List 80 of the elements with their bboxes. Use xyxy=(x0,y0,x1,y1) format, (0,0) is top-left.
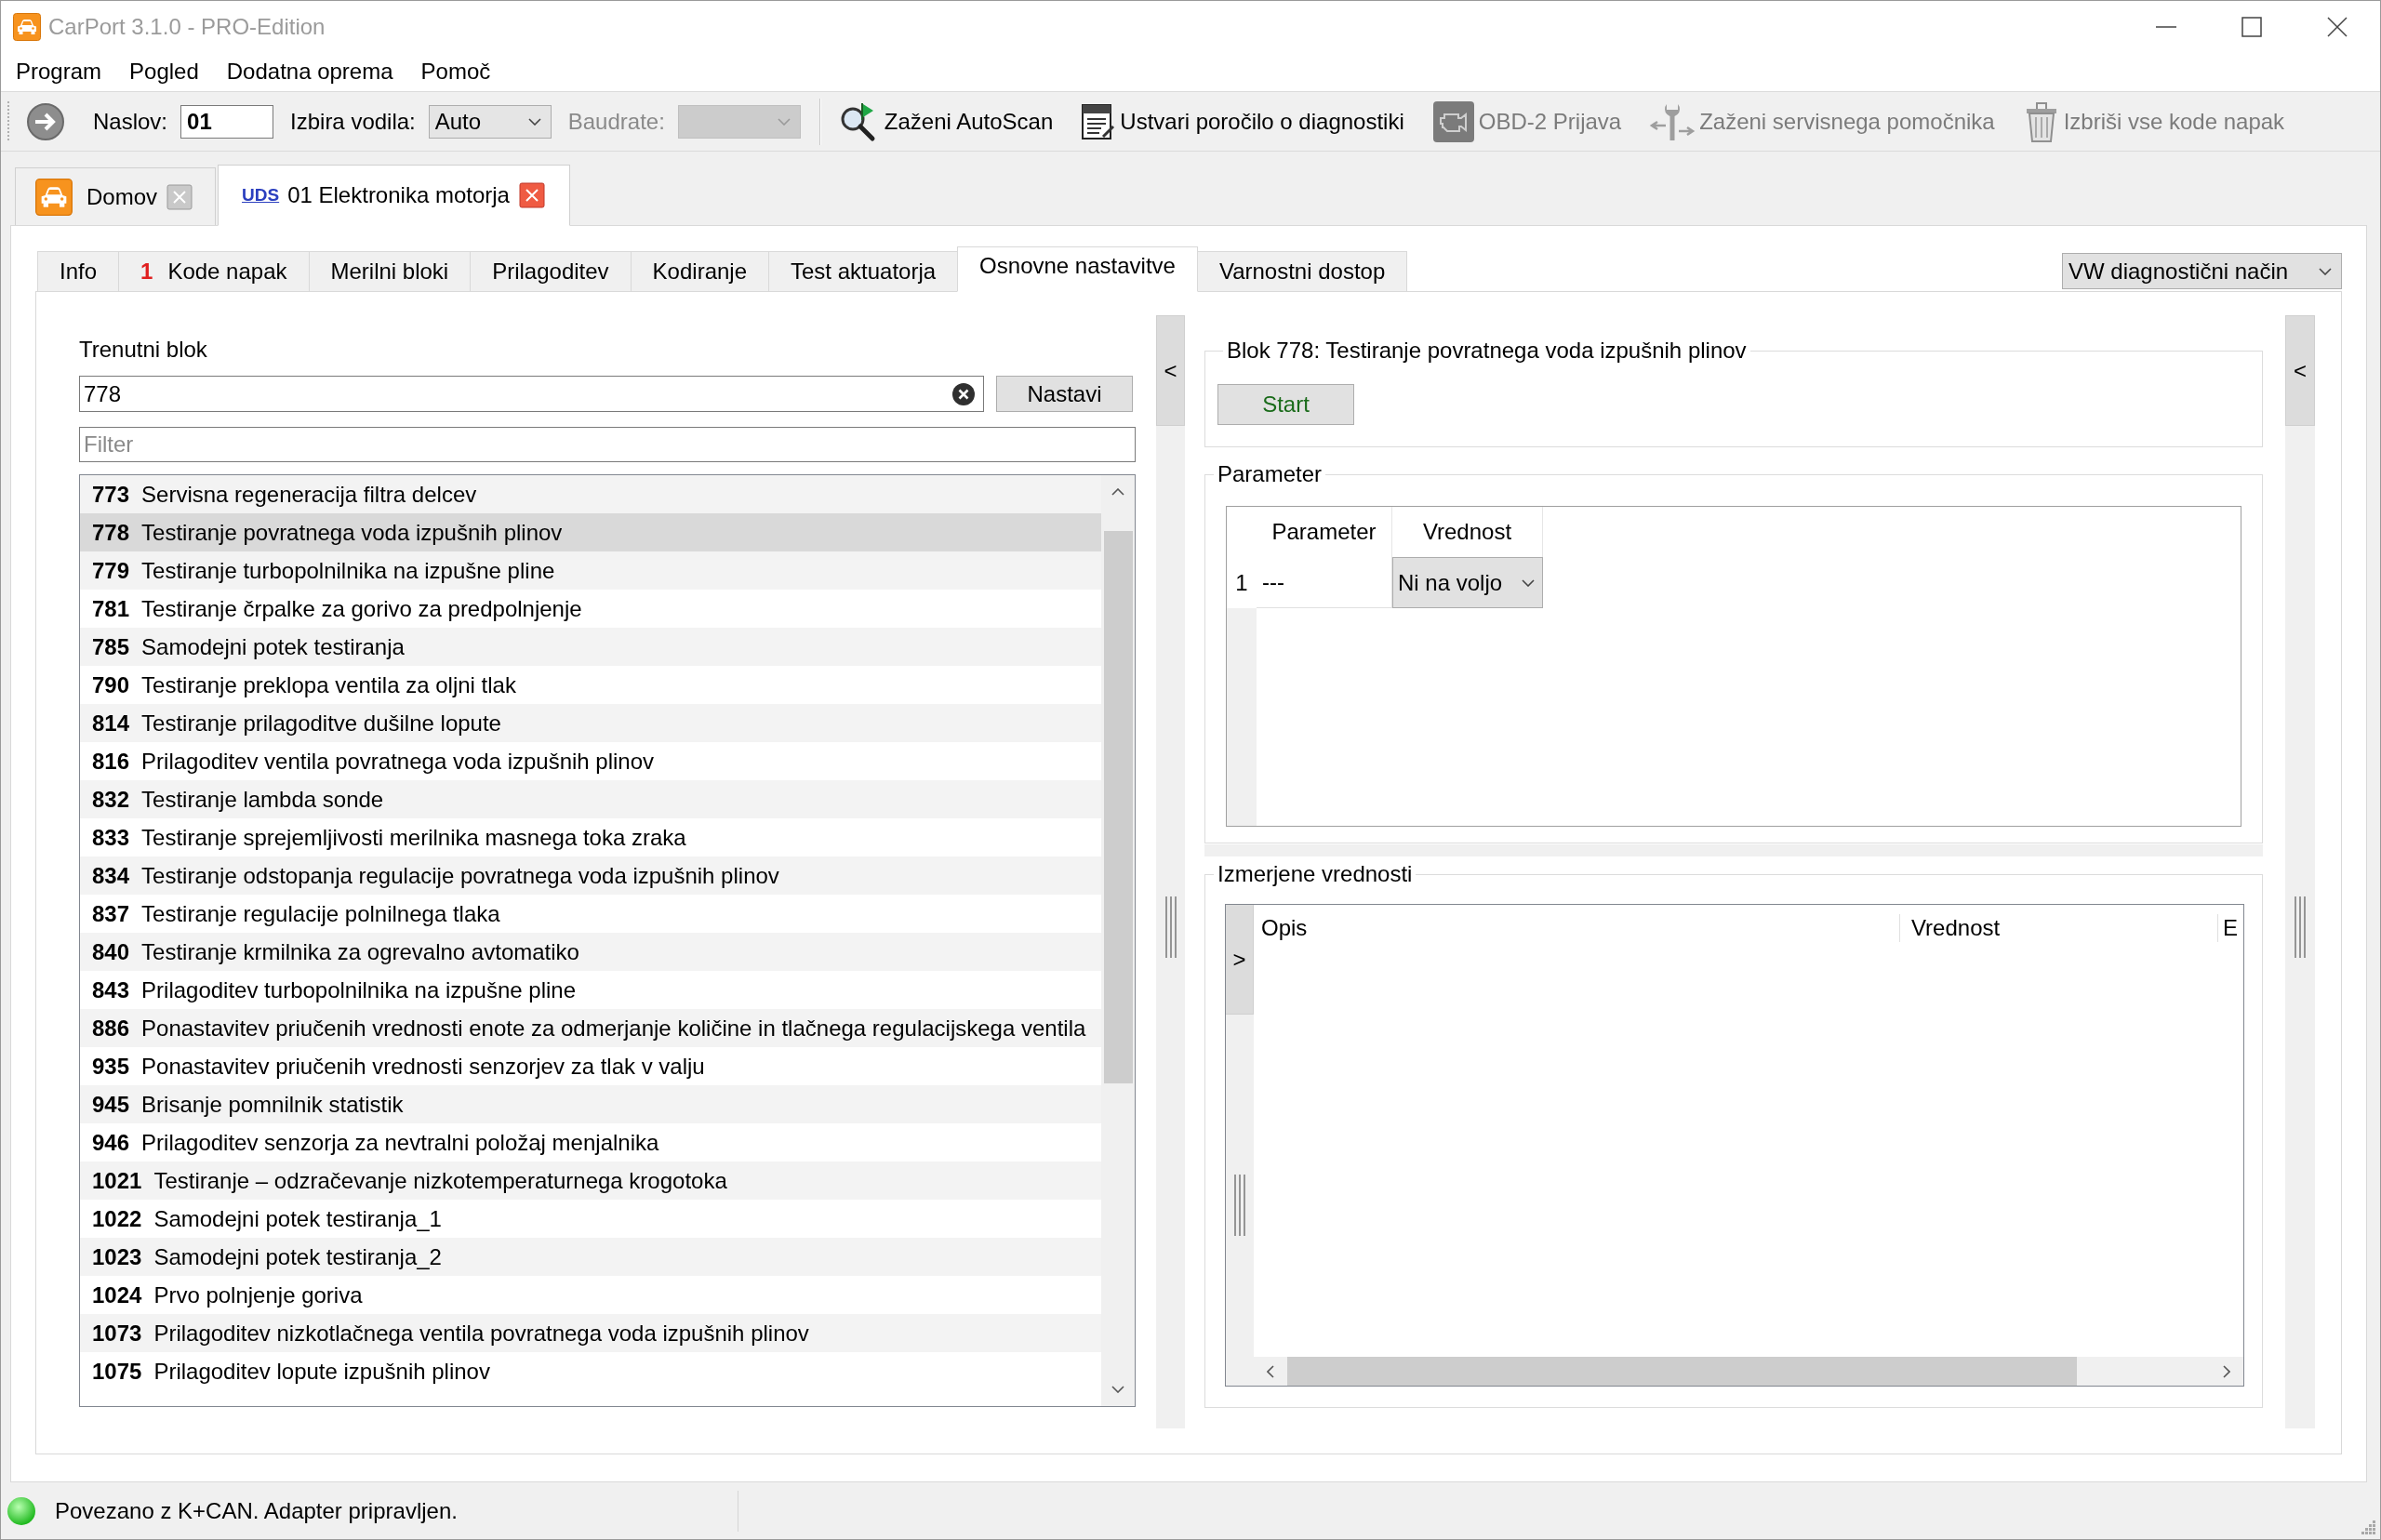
chevron-up-icon[interactable] xyxy=(1111,488,1124,496)
tab[interactable]: Varnostni dostop xyxy=(1196,251,1408,291)
scrollbar-thumb[interactable] xyxy=(1103,531,1133,1083)
close-icon[interactable] xyxy=(2327,16,2348,37)
field-label: Izbira vodila: xyxy=(290,107,416,136)
list-item[interactable]: 785 Samodejni potek testiranja xyxy=(80,628,1101,666)
group-title: Parameter xyxy=(1217,461,1324,487)
list-item[interactable]: 840 Testiranje krmilnika za ogrevalno avtomatiko xyxy=(80,933,1101,971)
scrollbar[interactable] xyxy=(1101,475,1135,1406)
tab[interactable]: Osnovne nastavitve xyxy=(957,246,1198,292)
value-dropdown[interactable]: Ni na voljo xyxy=(1392,557,1543,608)
block-number-field[interactable]: 778 xyxy=(79,376,984,412)
apply-button[interactable]: Nastavi xyxy=(996,376,1133,412)
toolbar-button[interactable]: Zaženi AutoScan xyxy=(837,100,1054,142)
menu-item[interactable]: Dodatna oprema xyxy=(226,55,393,88)
field-label: Naslov: xyxy=(93,107,168,136)
grip-icon[interactable] xyxy=(1164,896,1177,958)
status-text: Povezano z K+CAN. Adapter pripravljen. xyxy=(55,1496,458,1525)
window-title: CarPort 3.1.0 - PRO-Edition xyxy=(48,12,326,41)
chevron-down-icon xyxy=(527,117,541,126)
field-label: Trenutni blok xyxy=(79,336,207,364)
chevron-right-icon[interactable] xyxy=(2223,1364,2230,1378)
list-item[interactable]: 773 Servisna regeneracija filtra delcev xyxy=(80,475,1101,513)
column-header: Opis xyxy=(1254,914,1900,942)
group-title: Izmerjene vrednosti xyxy=(1217,861,1414,887)
tab[interactable]: Merilni bloki xyxy=(308,251,472,291)
list-item[interactable]: 814 Testiranje prilagoditve dušilne lopute xyxy=(80,704,1101,742)
list-item[interactable]: 1021 Testiranje – odzračevanje nizkotemperaturnega krogotoka xyxy=(80,1162,1101,1200)
column-header: Parameter xyxy=(1257,507,1392,557)
tab-close-icon[interactable] xyxy=(518,182,545,208)
address-field[interactable]: 01 xyxy=(180,104,274,139)
mode-select[interactable]: VW diagnostični način xyxy=(2062,253,2342,289)
menu-item[interactable]: Program xyxy=(16,55,102,88)
dropdown[interactable]: Auto xyxy=(428,104,552,139)
arrow-right-icon[interactable] xyxy=(26,101,65,141)
scrollbar-thumb[interactable] xyxy=(1287,1357,2077,1386)
chevron-down-icon xyxy=(777,117,791,126)
chevron-down-icon[interactable] xyxy=(1111,1386,1124,1393)
row-number: 1 xyxy=(1234,568,1249,597)
list-item[interactable]: 778 Testiranje povratnega voda izpušnih plinov xyxy=(80,513,1101,551)
maximize-icon[interactable] xyxy=(2241,16,2262,37)
grip-icon[interactable] xyxy=(2294,896,2307,958)
list-item[interactable]: 832 Testiranje lambda sonde xyxy=(80,780,1101,818)
tab-close-icon[interactable] xyxy=(166,183,193,210)
collapse-button[interactable]: < xyxy=(2285,315,2315,426)
resize-grip-icon[interactable] xyxy=(2361,1520,2376,1535)
toolbar-button[interactable]: Ustvari poročilo o diagnostiki xyxy=(1081,102,1404,140)
grip-icon[interactable] xyxy=(1233,1175,1246,1236)
list-item[interactable]: 886 Ponastavitev priučenih vrednosti enote za odmerjanje količine in tlačnega regulacijskega ventila xyxy=(80,1009,1101,1047)
tab[interactable]: Info xyxy=(37,251,120,291)
document-icon xyxy=(1081,102,1117,140)
list-item[interactable]: 779 Testiranje turbopolnilnika na izpušne pline xyxy=(80,551,1101,590)
car-icon xyxy=(33,178,74,216)
list-item[interactable]: 1023 Samodejni potek testiranja_2 xyxy=(80,1238,1101,1276)
expand-button[interactable]: > xyxy=(1226,905,1254,1015)
collapse-button[interactable]: < xyxy=(1156,315,1185,426)
chevron-down-icon xyxy=(2319,267,2332,275)
app-logo-icon xyxy=(13,12,41,41)
menu-item[interactable]: Pomoč xyxy=(420,55,491,88)
tab[interactable]: Kodiranje xyxy=(630,251,769,291)
toolbar-grip-icon[interactable] xyxy=(7,100,10,143)
chevron-left-icon[interactable] xyxy=(1267,1364,1274,1378)
field-label: Baudrate: xyxy=(567,107,665,136)
column-header: E xyxy=(2222,914,2238,942)
tab[interactable]: Test aktuatorja xyxy=(768,251,959,291)
document-tab[interactable]: Domov xyxy=(15,167,217,225)
horizontal-scrollbar[interactable] xyxy=(1254,1357,2243,1386)
group-title: Blok 778: Testiranje povratnega voda izpušnih plinov xyxy=(1226,338,1748,364)
tab[interactable]: Prilagoditev xyxy=(470,251,632,291)
document-tab[interactable]: UDS 01 Elektronika motorja xyxy=(218,165,570,226)
engine-icon xyxy=(1431,100,1475,143)
clear-icon[interactable] xyxy=(951,381,976,406)
column-header: Vrednost xyxy=(1900,914,2218,942)
list-item[interactable]: 1073 Prilagoditev nizkotlačnega ventila povratnega voda izpušnih plinov xyxy=(80,1314,1101,1352)
tab[interactable]: 1 Kode napak xyxy=(118,251,310,291)
chevron-down-icon xyxy=(1522,578,1535,587)
list-item[interactable]: 945 Brisanje pomnilnik statistik xyxy=(80,1085,1101,1123)
list-item[interactable]: 834 Testiranje odstopanja regulacije povratnega voda izpušnih plinov xyxy=(80,856,1101,895)
menu-item[interactable]: Pogled xyxy=(129,55,199,88)
start-button[interactable]: Start xyxy=(1217,384,1354,425)
